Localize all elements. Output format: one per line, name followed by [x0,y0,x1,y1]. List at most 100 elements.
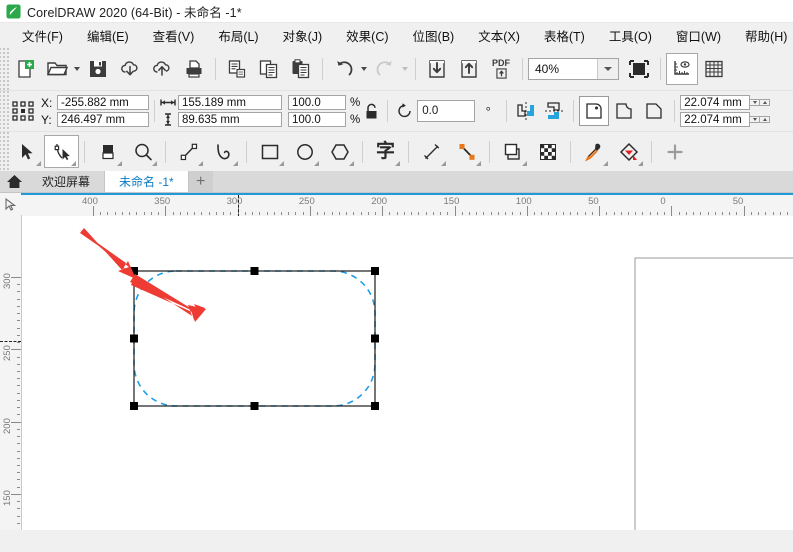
curve-tool[interactable] [206,135,241,168]
rotation-angle-input[interactable]: 0.0 [417,100,475,122]
menu-file[interactable]: 文件(F) [10,23,75,49]
corner-radius-input-2[interactable]: 22.074 mm [680,112,750,127]
handle-top-center[interactable] [251,267,259,275]
corner-radius-stepper-2[interactable] [759,116,770,124]
dimension-tool[interactable] [414,135,449,168]
menu-bitmap[interactable]: 位图(B) [401,23,467,49]
shape-tool[interactable] [44,135,79,168]
menu-effects[interactable]: 效果(C) [334,23,400,49]
polygon-tool-flyout-arrow[interactable] [349,161,354,166]
ellipse-tool-flyout-arrow[interactable] [314,161,319,166]
zoom-level-combo[interactable]: 40% [528,58,619,80]
text-tool[interactable]: 字 [368,135,403,168]
dimension-tool-flyout-arrow[interactable] [441,161,446,166]
handle-bottom-center[interactable] [251,402,259,410]
mirror-vertical-button[interactable] [540,95,568,127]
polygon-tool[interactable] [322,135,357,168]
corner-round-button[interactable] [579,96,609,126]
paste-button[interactable] [285,53,317,85]
menu-layout[interactable]: 布局(L) [206,23,270,49]
corner-radius-input-1[interactable]: 22.074 mm [680,95,750,110]
connector-tool-flyout-arrow[interactable] [476,161,481,166]
undo-button[interactable] [328,53,360,85]
fill-tool-flyout-arrow[interactable] [638,161,643,166]
menu-window[interactable]: 窗口(W) [664,23,733,49]
height-input[interactable]: 89.635 mm [178,112,282,127]
transparency-tool[interactable] [530,135,565,168]
menu-object[interactable]: 对象(J) [271,23,335,49]
zoom-level-value[interactable]: 40% [529,62,597,76]
connector-tool[interactable] [449,135,484,168]
eyedropper-tool-flyout-arrow[interactable] [603,161,608,166]
undo-dropdown-caret[interactable] [361,67,367,71]
menu-tools[interactable]: 工具(O) [597,23,664,49]
export-pdf-button[interactable]: PDF [485,53,517,85]
toolbar-grip[interactable] [0,48,9,90]
y-position-input[interactable]: 246.497 mm [57,112,149,127]
rectangle-tool[interactable] [252,135,287,168]
tab-welcome-screen[interactable]: 欢迎屏幕 [28,171,105,192]
scale-x-input[interactable]: 100.0 [288,95,346,110]
home-tab-button[interactable] [0,171,28,192]
cloud-download-button[interactable] [114,53,146,85]
new-document-button[interactable] [9,53,41,85]
shadow-tool[interactable] [495,135,530,168]
corner-radius-stepper-1[interactable] [759,99,770,107]
cut-button[interactable] [221,53,253,85]
selection-handles[interactable] [130,267,379,410]
new-document-tab-button[interactable]: + [189,171,213,192]
menu-table[interactable]: 表格(T) [532,23,597,49]
freehand-tool[interactable] [171,135,206,168]
corner-scallop-button[interactable] [609,95,639,127]
zoom-level-dropdown-button[interactable] [597,59,618,79]
object-origin-button[interactable] [9,100,37,122]
corner-chamfer-button[interactable] [639,95,669,127]
rotation-button[interactable] [393,102,417,120]
spinner-up-icon[interactable] [759,116,770,124]
vertical-ruler[interactable]: 300250200150 [0,215,22,530]
toolbox-grip[interactable] [0,132,9,171]
crop-tool[interactable] [90,135,125,168]
eyedropper-tool[interactable] [576,135,611,168]
open-document-dropdown-caret[interactable] [74,67,80,71]
fill-tool[interactable] [611,135,646,168]
ruler-origin-button[interactable] [0,193,22,216]
copy-button[interactable] [253,53,285,85]
handle-bottom-left[interactable] [130,402,138,410]
menu-view[interactable]: 查看(V) [141,23,207,49]
scale-y-input[interactable]: 100.0 [288,112,346,127]
lock-ratio-button[interactable] [360,103,382,120]
property-bar-grip[interactable] [0,91,9,131]
pick-tool-flyout-arrow[interactable] [36,161,41,166]
print-button[interactable] [178,53,210,85]
redo-button[interactable] [369,53,401,85]
width-input[interactable]: 155.189 mm [178,95,282,110]
fullscreen-preview-button[interactable] [623,53,655,85]
x-position-input[interactable]: -255.882 mm [57,95,149,110]
shape-tool-flyout-arrow[interactable] [71,161,76,166]
view-options-button[interactable] [666,53,698,85]
export-button[interactable] [453,53,485,85]
rectangle-tool-flyout-arrow[interactable] [279,161,284,166]
curve-tool-flyout-arrow[interactable] [233,161,238,166]
zoom-tool[interactable] [125,135,160,168]
redo-dropdown-caret[interactable] [402,67,408,71]
spinner-up-icon[interactable] [759,99,770,107]
horizontal-ruler[interactable]: 40035030025020015010050050100 [21,193,793,218]
menu-help[interactable]: 帮助(H) [733,23,793,49]
import-button[interactable] [421,53,453,85]
handle-bottom-right[interactable] [371,402,379,410]
shadow-tool-flyout-arrow[interactable] [522,161,527,166]
handle-middle-left[interactable] [130,335,138,343]
freehand-tool-flyout-arrow[interactable] [198,161,203,166]
menu-text[interactable]: 文本(X) [466,23,532,49]
menu-edit[interactable]: 编辑(E) [75,23,141,49]
options-button[interactable] [698,53,730,85]
text-tool-flyout-arrow[interactable] [395,161,400,166]
ellipse-tool[interactable] [287,135,322,168]
cloud-upload-button[interactable] [146,53,178,85]
pick-tool[interactable] [9,135,44,168]
handle-middle-right[interactable] [371,335,379,343]
mirror-horizontal-button[interactable] [512,95,540,127]
tab-untitled-1[interactable]: 未命名 -1* [105,171,189,192]
